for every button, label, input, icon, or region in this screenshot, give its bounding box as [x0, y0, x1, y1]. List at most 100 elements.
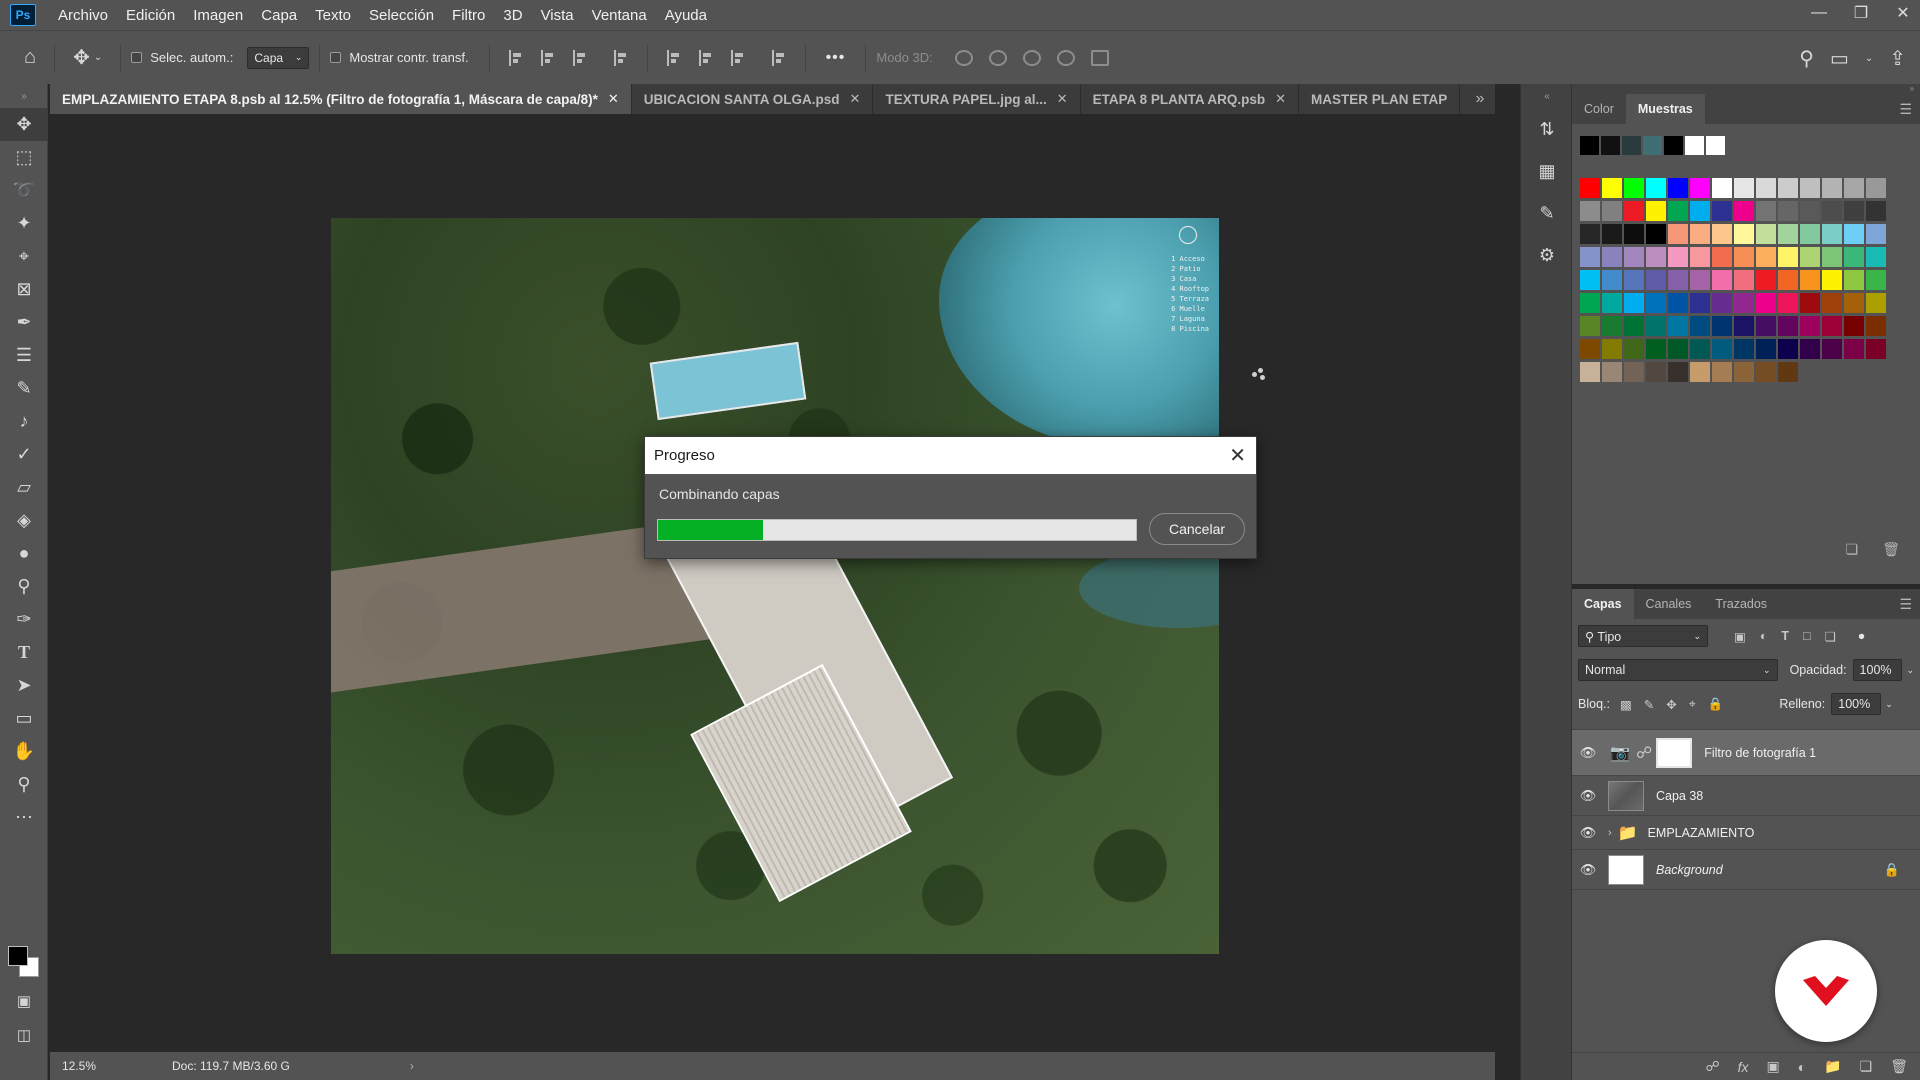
move-tool-icon[interactable]: ✥ [73, 45, 90, 70]
color-swatch[interactable] [1822, 316, 1842, 336]
quick-mask-icon[interactable]: ▣ [0, 984, 48, 1017]
new-layer-icon[interactable]: ❏ [1860, 1058, 1873, 1075]
color-swatch[interactable] [1734, 178, 1754, 198]
color-swatch[interactable] [1866, 178, 1886, 198]
menu-filtro[interactable]: Filtro [452, 7, 485, 24]
color-swatch[interactable] [1690, 224, 1710, 244]
clone-stamp-icon[interactable]: ♪ [0, 405, 48, 438]
color-swatch[interactable] [1844, 270, 1864, 290]
color-swatch[interactable] [1778, 224, 1798, 244]
more-options-icon[interactable]: ••• [826, 49, 846, 67]
menu-edicion[interactable]: Edición [126, 7, 175, 24]
color-swatch[interactable] [1756, 201, 1776, 221]
color-swatch[interactable] [1668, 224, 1688, 244]
filter-adjustment-icon[interactable]: ◐ [1760, 629, 1768, 643]
color-swatch[interactable] [1690, 362, 1710, 382]
color-swatch[interactable] [1712, 247, 1732, 267]
color-swatch[interactable] [1668, 201, 1688, 221]
distribute-icon[interactable] [613, 49, 628, 66]
chevron-down-icon[interactable]: ⌄ [1865, 53, 1873, 64]
color-swatch[interactable] [1602, 362, 1622, 382]
chevron-right-icon[interactable]: › [410, 1059, 414, 1073]
color-swatch[interactable] [1646, 270, 1666, 290]
color-swatch[interactable] [1712, 201, 1732, 221]
layer-row-photo-filter[interactable]: 👁 📷 ☍ Filtro de fotografía 1 [1572, 730, 1920, 776]
color-swatch[interactable] [1685, 136, 1704, 155]
camera-3d-icon[interactable] [1090, 49, 1109, 66]
color-swatch[interactable] [1706, 136, 1725, 155]
panel-menu-icon[interactable]: ☰ [1899, 596, 1912, 613]
menu-seleccion[interactable]: Selección [369, 7, 434, 24]
color-swatch[interactable] [1602, 224, 1622, 244]
color-swatch[interactable] [1822, 178, 1842, 198]
color-swatch[interactable] [1800, 201, 1820, 221]
color-swatch[interactable] [1690, 178, 1710, 198]
menu-capa[interactable]: Capa [261, 7, 297, 24]
color-swatch[interactable] [1668, 362, 1688, 382]
link-icon[interactable]: ☍ [1636, 743, 1652, 763]
brush-settings-icon[interactable]: ✎ [1521, 192, 1573, 234]
adjustment-layer-icon[interactable]: ◐ [1798, 1059, 1806, 1075]
align-left-icon[interactable] [508, 49, 523, 66]
tab-swatches[interactable]: Muestras [1625, 94, 1705, 124]
visibility-eye-icon[interactable]: 👁 [1572, 788, 1604, 804]
color-swatch[interactable] [1602, 178, 1622, 198]
color-swatch[interactable] [1822, 293, 1842, 313]
site-plan-image[interactable]: 1 Acceso 2 Patio 3 Casa 4 Rooftop 5 Terr… [331, 218, 1219, 954]
color-swatch[interactable] [1712, 293, 1732, 313]
close-tab-icon[interactable]: ✕ [1275, 91, 1286, 107]
color-swatch[interactable] [1646, 316, 1666, 336]
canvas-area[interactable]: 1 Acceso 2 Patio 3 Casa 4 Rooftop 5 Terr… [50, 114, 1495, 1052]
frame-tool-icon[interactable]: ⊠ [0, 273, 48, 306]
color-swatch[interactable] [1602, 339, 1622, 359]
color-swatch[interactable] [1668, 339, 1688, 359]
fx-icon[interactable]: fx [1738, 1059, 1749, 1075]
color-swatch[interactable] [1668, 316, 1688, 336]
layer-row-capa-38[interactable]: 👁 Capa 38 [1572, 776, 1920, 816]
tab-master-plan[interactable]: MASTER PLAN ETAP [1299, 84, 1461, 114]
color-swatch[interactable] [1624, 270, 1644, 290]
eyedropper-icon[interactable]: ✒ [0, 306, 48, 339]
color-swatch[interactable] [1778, 201, 1798, 221]
color-swatch[interactable] [1602, 247, 1622, 267]
tab-etapa8[interactable]: ETAPA 8 PLANTA ARQ.psb ✕ [1081, 84, 1300, 114]
color-swatch[interactable] [1668, 293, 1688, 313]
color-swatch[interactable] [1756, 316, 1776, 336]
more-tabs-icon[interactable]: » [1465, 84, 1495, 114]
color-swatch[interactable] [1800, 224, 1820, 244]
zoom-level[interactable]: 12.5% [50, 1059, 112, 1073]
crop-tool-icon[interactable]: ⌖ [0, 240, 48, 273]
brush-tool-icon[interactable]: ✎ [0, 372, 48, 405]
color-swatch[interactable] [1822, 201, 1842, 221]
color-swatch[interactable] [1844, 339, 1864, 359]
home-icon[interactable]: ⌂ [24, 46, 36, 69]
visibility-eye-icon[interactable]: 👁 [1572, 825, 1604, 841]
link-layers-icon[interactable]: ☍ [1705, 1058, 1719, 1075]
color-swatch[interactable] [1690, 293, 1710, 313]
color-swatch[interactable] [1822, 247, 1842, 267]
layer-filter-dropdown[interactable]: ⚲ Tipo ⌄ [1578, 625, 1708, 647]
add-mask-icon[interactable]: ▣ [1767, 1058, 1780, 1075]
filter-smart-object-icon[interactable]: ❏ [1825, 629, 1836, 644]
color-swatch[interactable] [1643, 136, 1662, 155]
tab-channels[interactable]: Canales [1634, 589, 1704, 619]
color-swatch[interactable] [1822, 339, 1842, 359]
menu-3d[interactable]: 3D [503, 7, 522, 24]
lock-pixels-icon[interactable]: ✎ [1644, 697, 1654, 712]
color-swatch[interactable] [1734, 224, 1754, 244]
filter-shape-icon[interactable]: □ [1803, 629, 1811, 643]
lock-position-icon[interactable]: ✥ [1666, 697, 1676, 712]
color-swatch[interactable] [1580, 316, 1600, 336]
layer-row-background[interactable]: 👁 Background 🔒 [1572, 850, 1920, 890]
color-swatch[interactable] [1646, 224, 1666, 244]
auto-select-dropdown[interactable]: Capa ⌄ [247, 46, 310, 69]
healing-brush-icon[interactable]: ☰ [0, 339, 48, 372]
layer-row-emplazamiento[interactable]: 👁 › 📁 EMPLAZAMIENTO [1572, 816, 1920, 850]
visibility-eye-icon[interactable]: 👁 [1572, 745, 1604, 761]
color-swatch[interactable] [1756, 270, 1776, 290]
color-swatch[interactable] [1734, 247, 1754, 267]
properties-panel-icon[interactable]: ⚙ [1521, 234, 1573, 276]
lock-icon[interactable]: 🔒 [1884, 862, 1900, 878]
color-swatch[interactable] [1866, 293, 1886, 313]
color-swatch[interactable] [1866, 201, 1886, 221]
